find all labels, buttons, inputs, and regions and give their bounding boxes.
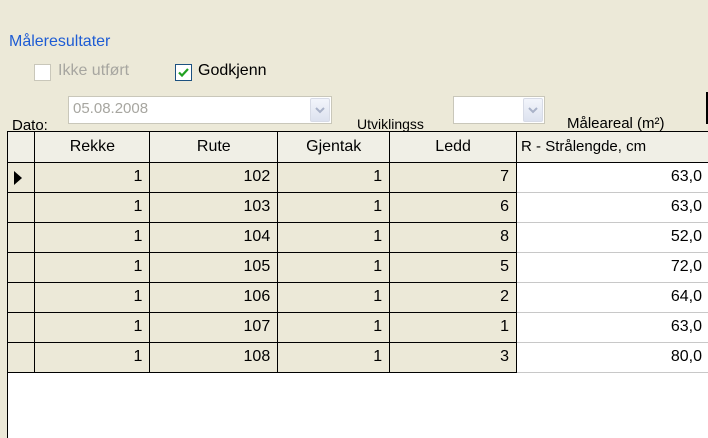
cell-gjentak[interactable]: 1	[277, 312, 391, 343]
column-header-rute[interactable]: Rute	[149, 132, 279, 163]
ikke-utfort-checkbox[interactable]	[34, 64, 51, 81]
header-row: Rekke Rute Gjentak Ledd R - Strålengde, …	[8, 132, 708, 163]
cell-gjentak[interactable]: 1	[277, 162, 391, 193]
table-row[interactable]: 1 107 1 1 63,0	[8, 312, 708, 343]
cell-rute[interactable]: 108	[149, 342, 279, 373]
dato-value: 05.08.2008	[73, 100, 149, 117]
table-row[interactable]: 1 103 1 6 63,0	[8, 192, 708, 223]
utviklingsstadium-combobox[interactable]	[453, 96, 545, 124]
current-row-arrow-icon	[14, 170, 22, 185]
cell-gjentak[interactable]: 1	[277, 222, 391, 253]
row-selector[interactable]	[8, 162, 36, 193]
table-row[interactable]: 1 102 1 7 63,0	[8, 162, 708, 193]
cell-rute[interactable]: 104	[149, 222, 279, 253]
cell-rute[interactable]: 105	[149, 252, 279, 283]
checkmark-icon	[178, 68, 189, 78]
chevron-down-icon	[528, 107, 538, 114]
cell-strålengde[interactable]: 63,0	[516, 192, 708, 223]
cell-rute[interactable]: 102	[149, 162, 279, 193]
dato-dropdown-button[interactable]	[310, 98, 330, 122]
table-row[interactable]: 1 104 1 8 52,0	[8, 222, 708, 253]
row-selector[interactable]	[8, 342, 36, 373]
cell-strålengde[interactable]: 80,0	[516, 342, 708, 373]
cell-rekke[interactable]: 1	[34, 192, 151, 223]
group-title: Måleresultater	[9, 33, 111, 50]
godkjenn-checkbox[interactable]	[175, 64, 192, 81]
godkjenn-label: Godkjenn	[198, 62, 267, 79]
cell-gjentak[interactable]: 1	[277, 192, 391, 223]
cell-ledd[interactable]: 2	[389, 282, 518, 313]
row-selector[interactable]	[8, 192, 36, 223]
column-header-ledd[interactable]: Ledd	[389, 132, 518, 163]
cell-rekke[interactable]: 1	[34, 282, 151, 313]
row-selector[interactable]	[8, 252, 36, 283]
maleareal-label: Måleareal (m²)	[567, 115, 665, 132]
cell-strålengde[interactable]: 72,0	[516, 252, 708, 283]
cell-ledd[interactable]: 3	[389, 342, 518, 373]
table-row[interactable]: 1 108 1 3 80,0	[8, 342, 708, 373]
cell-ledd[interactable]: 8	[389, 222, 518, 253]
column-header-gjentak[interactable]: Gjentak	[277, 132, 391, 163]
table-row[interactable]: 1 106 1 2 64,0	[8, 282, 708, 313]
cell-rute[interactable]: 107	[149, 312, 279, 343]
cell-rekke[interactable]: 1	[34, 312, 151, 343]
column-header-strålengde[interactable]: R - Strålengde, cm	[516, 132, 708, 163]
chevron-down-icon	[315, 107, 325, 114]
results-grid[interactable]: Rekke Rute Gjentak Ledd R - Strålengde, …	[7, 131, 708, 438]
cell-ledd[interactable]: 5	[389, 252, 518, 283]
cell-strålengde[interactable]: 64,0	[516, 282, 708, 313]
cell-strålengde[interactable]: 63,0	[516, 162, 708, 193]
ikke-utfort-label: Ikke utført	[58, 62, 130, 79]
utviklingsstadium-dropdown-button[interactable]	[523, 98, 543, 122]
cell-ledd[interactable]: 1	[389, 312, 518, 343]
table-row[interactable]: 1 105 1 5 72,0	[8, 252, 708, 283]
cell-gjentak[interactable]: 1	[277, 282, 391, 313]
cell-ledd[interactable]: 7	[389, 162, 518, 193]
cell-gjentak[interactable]: 1	[277, 342, 391, 373]
dato-combobox[interactable]: 05.08.2008	[68, 96, 332, 124]
cell-rute[interactable]: 106	[149, 282, 279, 313]
row-selector[interactable]	[8, 222, 36, 253]
cell-rekke[interactable]: 1	[34, 162, 151, 193]
cell-strålengde[interactable]: 52,0	[516, 222, 708, 253]
cell-gjentak[interactable]: 1	[277, 252, 391, 283]
cell-rekke[interactable]: 1	[34, 222, 151, 253]
row-selector[interactable]	[8, 282, 36, 313]
cell-rekke[interactable]: 1	[34, 342, 151, 373]
row-selector[interactable]	[8, 312, 36, 343]
corner-header[interactable]	[8, 132, 36, 163]
cell-rute[interactable]: 103	[149, 192, 279, 223]
cell-ledd[interactable]: 6	[389, 192, 518, 223]
cell-rekke[interactable]: 1	[34, 252, 151, 283]
column-header-rekke[interactable]: Rekke	[34, 132, 151, 163]
cell-strålengde[interactable]: 63,0	[516, 312, 708, 343]
utviklingsstadium-label: Utviklingss	[357, 116, 424, 132]
results-table: Rekke Rute Gjentak Ledd R - Strålengde, …	[8, 132, 708, 373]
